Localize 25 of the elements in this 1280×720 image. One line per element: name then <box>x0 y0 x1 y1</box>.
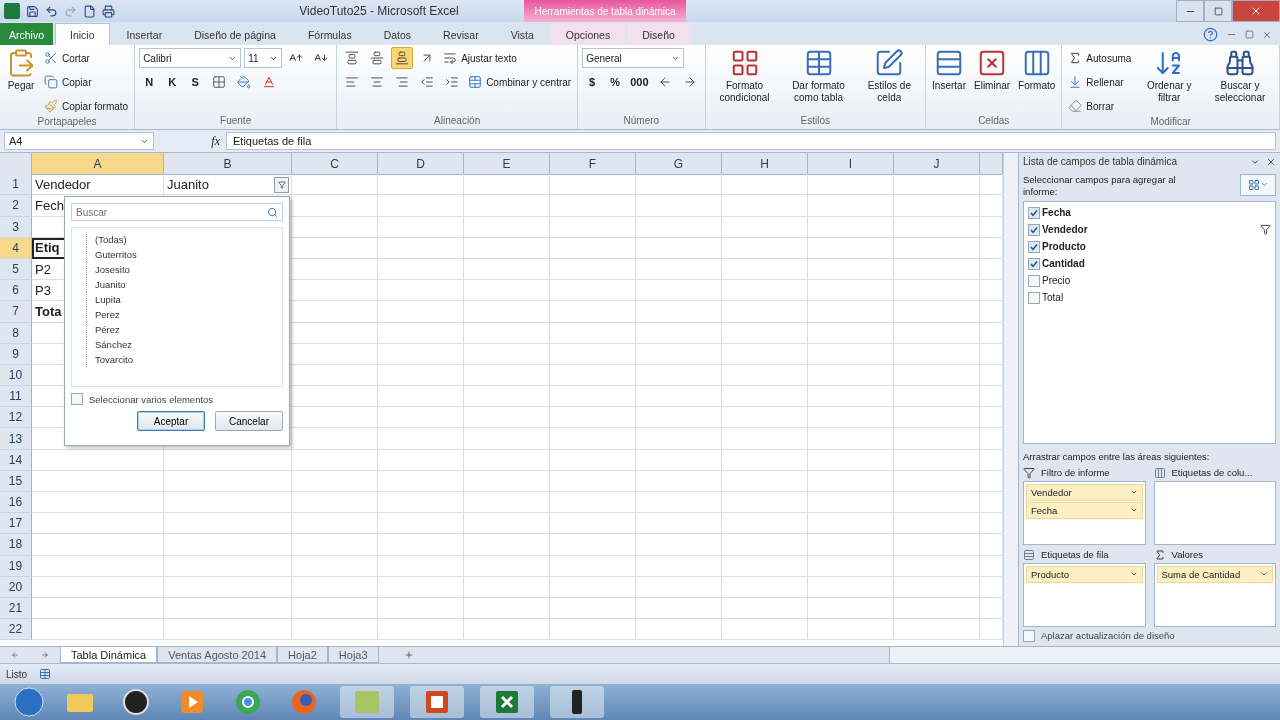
area-title: Etiquetas de fila <box>1041 549 1109 561</box>
field-label: Cantidad <box>1042 258 1086 270</box>
area-title: Etiquetas de colu... <box>1171 467 1253 479</box>
status-text: Listo <box>6 668 28 680</box>
field-label: Fecha <box>1042 207 1072 219</box>
group-label: Estilos <box>799 115 832 128</box>
panel-title: Lista de campos de tabla dinámica <box>1023 156 1177 168</box>
field-label: Producto <box>1042 241 1087 253</box>
group-label: Fuente <box>219 115 253 128</box>
checkbox-label: Aplazar actualización de diseño <box>1041 630 1175 642</box>
context-tab-title: Herramientas de tabla dinámica <box>524 0 686 22</box>
group-label: Alineación <box>433 115 482 128</box>
instruction-text: Seleccionar campos para agregar al informe: <box>1023 173 1177 198</box>
group-label: Modificar <box>1149 116 1192 129</box>
areas-label: Arrastrar campos entre las áreas siguientes: <box>1023 451 1211 462</box>
area-title: Filtro de informe <box>1041 467 1110 479</box>
group-label: Número <box>622 115 661 128</box>
window-title: VideoTuto25 - Microsoft Excel <box>298 3 460 20</box>
field-label: Vendedor <box>1042 224 1089 236</box>
group-label: Portapapeles <box>36 116 98 129</box>
field-label: Precio <box>1042 275 1072 287</box>
field-label: Total <box>1042 292 1065 304</box>
area-title: Valores <box>1171 549 1203 561</box>
group-label: Celdas <box>977 115 1011 128</box>
checkbox-label: Seleccionar varios elementos <box>89 393 214 405</box>
